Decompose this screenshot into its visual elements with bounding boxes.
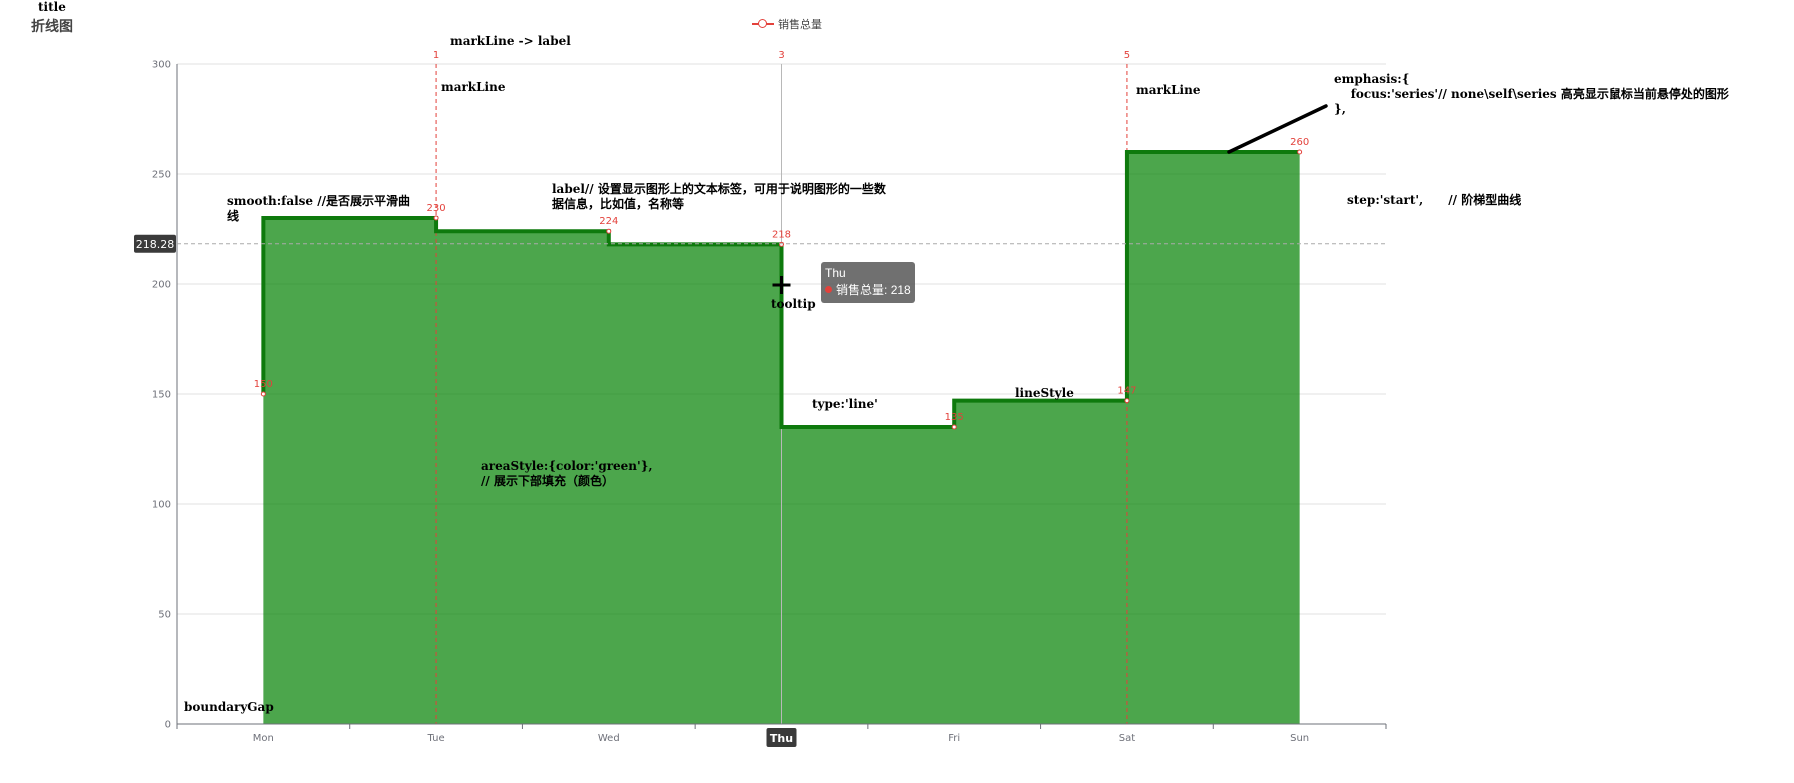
x-tick-label: Wed (598, 733, 620, 744)
data-point (260, 391, 266, 397)
y-tick-label: 50 (158, 610, 171, 621)
y-tick-label: 300 (152, 60, 171, 71)
data-point (1124, 398, 1130, 404)
mark-line-label: 5 (1124, 50, 1130, 61)
tooltip-title: Thu (825, 266, 846, 280)
y-tick-label: 200 (152, 280, 171, 291)
line-chart: 0501001502002503001 3 51502302242181351472… (134, 50, 1387, 747)
tooltip-series-name: 销售总量 (836, 283, 885, 297)
axis-pointer-y-value: 218.28 (136, 238, 175, 251)
annotation-arrow-line (1227, 104, 1328, 154)
data-point (606, 228, 612, 234)
x-tick-label: Tue (427, 733, 445, 744)
mark-line-label: 1 (433, 50, 439, 61)
data-label: 224 (599, 216, 618, 227)
tooltip: Thu 销售总量: 218 (821, 262, 915, 303)
y-tick-label: 250 (152, 170, 171, 181)
tooltip-row: 销售总量: 218 (825, 282, 911, 299)
data-label: 147 (1117, 386, 1136, 397)
y-tick-label: 0 (165, 720, 171, 731)
y-tick-label: 150 (152, 390, 171, 401)
data-label: 135 (945, 412, 964, 423)
tooltip-value: 218 (890, 283, 911, 297)
tooltip-series-dot-icon (825, 286, 832, 293)
mark-line-label: 3 (778, 50, 784, 61)
x-tick-label: Fri (948, 733, 960, 744)
data-point (951, 424, 957, 430)
data-point (1297, 149, 1303, 155)
data-point (779, 241, 784, 247)
x-tick-label: Sat (1119, 733, 1135, 744)
data-label: 230 (427, 203, 446, 214)
data-label: 150 (254, 379, 273, 390)
data-point (433, 215, 439, 221)
x-tick-label: Sun (1290, 733, 1309, 744)
x-tick-label: Thu (770, 732, 793, 745)
data-label: 260 (1290, 137, 1309, 148)
x-tick-label: Mon (253, 733, 274, 744)
data-label: 218 (772, 229, 791, 240)
y-tick-label: 100 (152, 500, 171, 511)
